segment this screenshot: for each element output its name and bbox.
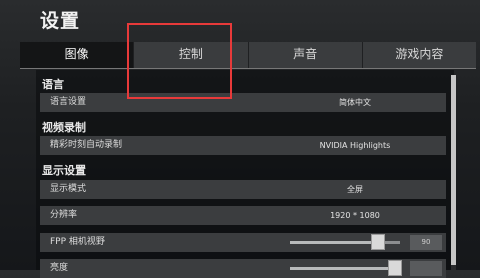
section-heading-video-recording: 视频录制	[42, 121, 86, 134]
tab-controls[interactable]: 控制	[134, 42, 249, 68]
slider-fill	[290, 241, 378, 244]
setting-value[interactable]: NVIDIA Highlights	[280, 136, 430, 155]
section-heading-language: 语言	[42, 78, 64, 91]
setting-row-language[interactable]: 语言设置 简体中文	[40, 93, 446, 112]
setting-row-brightness: 亮度	[40, 259, 446, 278]
settings-scrollbar[interactable]	[451, 75, 456, 270]
fov-slider[interactable]	[290, 234, 400, 250]
setting-value[interactable]: 全屏	[280, 180, 430, 199]
setting-label: FPP 相机视野	[50, 237, 105, 247]
setting-row-fpp-fov: FPP 相机视野 90	[40, 233, 446, 252]
tab-gameplay[interactable]: 游戏内容	[363, 42, 476, 68]
setting-label: 语言设置	[50, 97, 87, 107]
setting-value[interactable]: 1920 * 1080	[280, 206, 430, 225]
settings-tab-bar: 图像 控制 声音 游戏内容	[20, 42, 476, 69]
setting-value[interactable]: 简体中文	[280, 93, 430, 112]
tab-graphics[interactable]: 图像	[20, 42, 135, 68]
setting-label: 亮度	[50, 263, 69, 273]
slider-thumb[interactable]	[371, 234, 385, 250]
setting-row-resolution[interactable]: 分辨率 1920 * 1080	[40, 206, 446, 225]
page-title: 设置	[40, 10, 81, 32]
setting-label: 显示模式	[50, 184, 87, 194]
fov-value-box[interactable]: 90	[410, 235, 442, 250]
brightness-value-box[interactable]	[410, 261, 442, 276]
setting-row-display-mode[interactable]: 显示模式 全屏	[40, 180, 446, 199]
setting-label: 分辨率	[50, 210, 78, 220]
slider-thumb[interactable]	[387, 260, 402, 276]
setting-label: 精彩时刻自动录制	[50, 140, 123, 150]
scrollbar-thumb[interactable]	[451, 75, 456, 265]
section-heading-display: 显示设置	[42, 164, 86, 177]
tab-sound[interactable]: 声音	[249, 42, 363, 68]
setting-row-auto-record[interactable]: 精彩时刻自动录制 NVIDIA Highlights	[40, 136, 446, 155]
